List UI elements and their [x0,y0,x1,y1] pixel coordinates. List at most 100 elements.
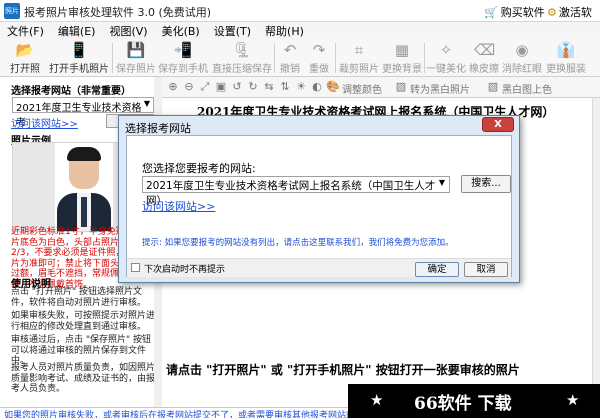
sample-tie [81,197,87,227]
site-select[interactable]: 2021年度卫生专业技术资格考 ▼ [12,97,154,129]
rotate-right-icon[interactable]: ↻ [246,80,260,94]
menu-edit[interactable]: 编辑(E) [51,22,103,39]
color-palette-icon[interactable]: 🎨 [326,80,340,94]
eraser-label: 橡皮擦 [469,64,499,75]
cart-icon: 🛒 [484,6,498,19]
save-compressed-button[interactable]: 🗜 直接压缩保存 [212,41,272,75]
star-icon: ★ [370,391,384,409]
save-to-phone-button[interactable]: 📲 保存到手机 [158,41,208,75]
save-to-phone-label: 保存到手机 [158,64,208,75]
toolbar-separator [424,43,425,73]
key-icon: ⚙ [547,6,557,19]
title-bar: 照片 报考照片审核处理软件 3.0 (免费试用) 🛒购买软件 ⚙激活软件 [0,0,600,35]
toolbar-separator [112,43,113,73]
save-phone-icon: 📲 [173,41,193,59]
dialog-hint[interactable]: 提示: 如果您要报考的网站没有列出，请点击这里联系我们，我们将免费为您添加。 [142,236,454,248]
usage-step-3: 审核通过后，点击 "保存照片" 按钮可以将通过审核的照片保存到文件中。 [11,335,152,366]
eraser-button[interactable]: ⌫ 橡皮擦 [468,41,500,75]
menu-settings[interactable]: 设置(T) [207,22,258,39]
chevron-down-icon: ▼ [143,99,150,108]
crop-icon: ⌗ [354,41,364,59]
open-phone-photo-label: 打开手机照片 [49,64,109,75]
folder-open-icon: 📂 [15,41,35,59]
undo-button[interactable]: ↶ 撤销 [277,41,303,75]
change-background-label: 更换背景 [382,64,422,75]
flip-vertical-icon[interactable]: ⇅ [278,80,292,94]
workspace-scrollbar[interactable] [592,98,600,408]
change-clothes-button[interactable]: 👔 更换服装 [545,41,587,75]
fit-screen-icon[interactable]: ⤢ [198,80,212,94]
flip-horizontal-icon[interactable]: ⇆ [262,80,276,94]
crop-photo-label: 裁剪照片 [339,64,379,75]
change-background-button[interactable]: ▦ 更换背景 [382,41,422,75]
open-photo-button[interactable]: 📂 打开照片 [6,41,44,90]
sample-photo [55,143,113,231]
open-phone-photo-button[interactable]: 📱 打开手机照片 [48,41,110,75]
grayscale-icon[interactable]: ▨ [394,80,408,94]
zoom-out-icon[interactable]: ⊖ [182,80,196,94]
rotate-left-icon[interactable]: ↺ [230,80,244,94]
usage-step-4: 报考人员对照片质量负责，如因照片质量影响考试、成绩及证书的，由报考人员负责。 [11,363,156,394]
phone-icon: 📱 [69,41,89,59]
usage-step-1: 点击 "打开照片" 按钮选择照片文件，软件将自动对照片进行审核。 [11,287,147,308]
app-logo-icon: 照片 [4,3,20,19]
adjust-color-button[interactable]: 调整颜色 [342,81,382,96]
zoom-in-icon[interactable]: ⊕ [166,80,180,94]
menu-help[interactable]: 帮助(H) [258,22,311,39]
watermark-text: 66软件 下载 [414,394,512,414]
cancel-button[interactable]: 取消 [464,262,508,277]
usage-step-2: 如果审核失败，可按照提示对照片进行相应的修改处理直到通过审核。 [11,311,156,332]
dont-show-again-checkbox[interactable] [131,263,140,272]
clothes-icon: 👔 [556,41,576,59]
change-clothes-label: 更换服装 [546,64,586,75]
remove-red-eye-label: 消除红眼 [502,64,542,75]
toolbar-separator [274,43,275,73]
redo-button[interactable]: ↷ 重做 [306,41,332,75]
actual-size-icon[interactable]: ▣ [214,80,228,94]
to-black-white-button[interactable]: 转为黑白照片 [410,81,470,96]
watermark-banner: ★ 66软件 下载 ★ [348,384,600,418]
buy-software-label: 购买软件 [500,6,545,19]
dialog-site-select[interactable]: 2021年度卫生专业技术资格考试网上报名系统（中国卫生人才网） ▼ [142,176,450,207]
menu-file[interactable]: 文件(F) [0,22,51,39]
select-site-dialog: 选择报考网站 X 您选择您要报考的网站: 2021年度卫生专业技术资格考试网上报… [118,115,520,283]
sample-hair [67,147,101,161]
window-title: 报考照片审核处理软件 3.0 (免费试用) [24,6,212,19]
dialog-footer: 下次启动时不再提示 确定 取消 [127,258,511,277]
redo-label: 重做 [309,64,329,75]
dialog-close-button[interactable]: X [482,117,514,132]
dont-show-again-label: 下次启动时不再提示 [144,265,226,275]
magic-wand-icon: ✧ [439,41,453,59]
search-site-button[interactable]: 搜索... [461,175,511,193]
menu-view[interactable]: 视图(V) [102,22,154,39]
dialog-visit-site-link[interactable]: 访问该网站>> [142,198,215,214]
colorize-button[interactable]: 黑白图上色 [502,81,552,96]
contrast-icon[interactable]: ◐ [310,80,324,94]
star-icon: ★ [566,391,580,409]
beautify-button[interactable]: ✧ 一键美化 [426,41,466,75]
brightness-icon[interactable]: ☀ [294,80,308,94]
eye-icon: ◉ [515,41,529,59]
open-photo-instruction: 请点击 "打开照片" 或 "打开手机照片" 按钮打开一张要审核的照片 [166,363,520,377]
site-section-title: 选择报考网站（非常重要） [11,86,131,97]
colorize-icon[interactable]: ▧ [486,80,500,94]
save-photo-label: 保存照片 [116,64,156,75]
redo-icon: ↷ [312,41,326,59]
buy-software-button[interactable]: 🛒 购买软件 [484,4,545,20]
save-icon: 💾 [126,41,146,59]
background-icon: ▦ [394,41,410,59]
ok-button[interactable]: 确定 [415,262,459,277]
dialog-body: 您选择您要报考的网站: 2021年度卫生专业技术资格考试网上报名系统（中国卫生人… [126,135,512,277]
main-toolbar: 📂 打开照片 📱 打开手机照片 💾 保存照片 📲 保存到手机 🗜 直接压缩保存 … [0,39,600,90]
remove-red-eye-button[interactable]: ◉ 消除红眼 [502,41,542,75]
dialog-prompt: 您选择您要报考的网站: [142,162,256,175]
workspace-toolbar: ⊕ ⊖ ⤢ ▣ ↺ ↻ ⇆ ⇅ ☀ ◐ 🎨 调整颜色 ▨ 转为黑白照片 ▧ 黑白… [162,77,600,98]
chevron-down-icon: ▼ [438,178,445,187]
save-photo-button[interactable]: 💾 保存照片 [116,41,156,75]
menu-beautify[interactable]: 美化(B) [155,22,207,39]
toolbar-separator [335,43,336,73]
visit-site-link[interactable]: 访问该网站>> [11,115,78,130]
crop-photo-button[interactable]: ⌗ 裁剪照片 [338,41,380,75]
beautify-label: 一键美化 [426,64,466,75]
undo-label: 撤销 [280,64,300,75]
